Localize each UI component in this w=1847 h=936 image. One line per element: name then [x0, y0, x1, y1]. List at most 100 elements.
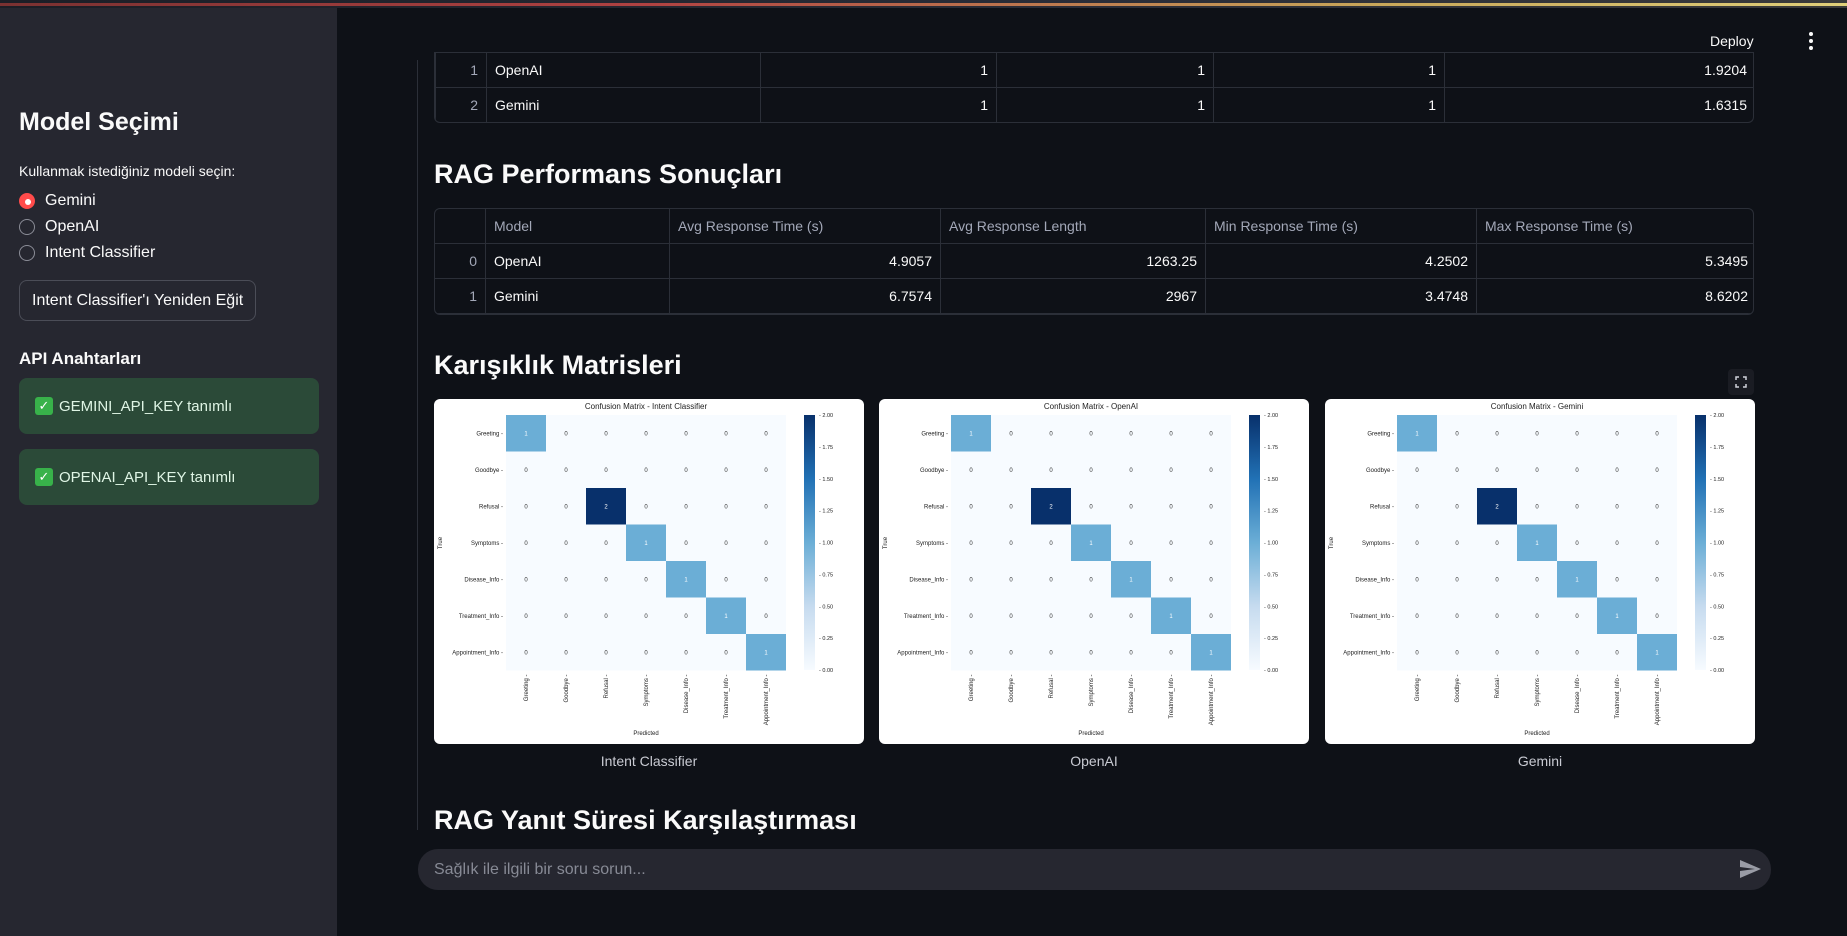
radio-gemini[interactable]: Gemini	[19, 192, 96, 210]
confusion-matrix-intent-classifier: Confusion Matrix - Intent Classifier 1 0 0 0…	[434, 399, 864, 744]
y-tick-label: Refusal -	[479, 504, 503, 510]
table-header-row: Model Avg Response Time (s) Avg Response…	[435, 209, 1753, 244]
y-tick-label: Refusal -	[1370, 504, 1394, 510]
colorbar-tick-label: - 0.00	[1710, 668, 1724, 674]
radio-intent-classifier[interactable]: Intent Classifier	[19, 244, 155, 262]
model-cell: Gemini	[486, 87, 761, 122]
y-tick-label: Greeting -	[476, 431, 503, 437]
table-row: 1 OpenAI 1 1 1 1.9204	[435, 52, 1753, 88]
radio-checked-icon	[19, 193, 35, 209]
x-axis-label: Predicted	[1524, 731, 1549, 737]
colorbar-tick-label: - 0.75	[1264, 572, 1278, 578]
y-tick-label: Treatment_Info -	[1350, 614, 1394, 620]
y-tick-label: Disease_Info -	[464, 577, 503, 583]
column-header[interactable]: Min Response Time (s)	[1205, 209, 1477, 244]
x-tick-label: Symptoms -	[1089, 675, 1095, 707]
intent-results-table[interactable]: 1 OpenAI 1 1 1 1.9204 2 Gemini 1 1 1 1.6…	[434, 52, 1754, 123]
colorbar	[1695, 415, 1706, 670]
colorbar-tick-label: - 2.00	[1264, 413, 1278, 419]
chat-input[interactable]	[434, 849, 1704, 890]
colorbar-tick-label: - 0.25	[819, 636, 833, 642]
value-cell: 1.9204	[1444, 52, 1753, 88]
confusion-matrices-heading: Karışıklık Matrisleri	[434, 350, 682, 380]
value-cell: 1.6315	[1444, 87, 1753, 122]
model-cell: OpenAI	[486, 52, 761, 88]
y-tick-label: Refusal -	[924, 504, 948, 510]
column-header[interactable]: Model	[485, 209, 670, 244]
colorbar-tick-label: - 1.25	[819, 509, 833, 515]
value-cell: 4.2502	[1205, 243, 1477, 279]
x-tick-label: Treatment_Info -	[724, 675, 730, 719]
colorbar-tick-label: - 1.25	[1710, 509, 1724, 515]
value-cell: 1	[760, 87, 997, 122]
table-row: 1 Gemini 6.7574 2967 3.4748 8.6202	[435, 278, 1753, 314]
colorbar-tick-label: - 0.50	[1710, 604, 1724, 610]
y-tick-label: Symptoms -	[916, 541, 948, 547]
colorbar	[804, 415, 815, 670]
colorbar-tick-label: - 0.75	[1710, 572, 1724, 578]
column-header[interactable]: Avg Response Time (s)	[669, 209, 941, 244]
model-radio-label: Kullanmak istediğiniz modeli seçin:	[19, 163, 236, 179]
column-header[interactable]: Avg Response Length	[940, 209, 1206, 244]
x-tick-label: Appointment_Info -	[1655, 675, 1661, 726]
x-axis-label: Predicted	[633, 731, 658, 737]
colorbar-tick-label: - 1.75	[1264, 445, 1278, 451]
model-cell: OpenAI	[485, 243, 670, 279]
y-tick-label: Greeting -	[1367, 431, 1394, 437]
column-header[interactable]: Max Response Time (s)	[1476, 209, 1753, 244]
send-icon[interactable]	[1738, 857, 1762, 881]
caption-openai: OpenAI	[1070, 753, 1118, 769]
rag-performance-heading: RAG Performans Sonuçları	[434, 159, 783, 189]
top-decoration-bar	[0, 0, 1847, 8]
x-tick-label: Greeting -	[1415, 675, 1421, 702]
x-tick-label: Disease_Info -	[1575, 674, 1581, 713]
colorbar-tick-label: - 0.25	[1710, 636, 1724, 642]
colorbar-tick-label: - 1.25	[1264, 509, 1278, 515]
value-cell: 4.9057	[669, 243, 941, 279]
y-tick-label: Disease_Info -	[1355, 577, 1394, 583]
confusion-matrix-gemini: Confusion Matrix - Gemini 1 0 0 0 0 0 0 Greeting…	[1325, 399, 1755, 744]
radio-label: Intent Classifier	[45, 244, 156, 261]
y-tick-label: Disease_Info -	[909, 577, 948, 583]
chat-input-container[interactable]	[418, 849, 1771, 890]
x-tick-label: Appointment_Info -	[1209, 675, 1215, 726]
radio-label: OpenAI	[45, 218, 100, 235]
main-menu-icon[interactable]	[1806, 32, 1816, 50]
y-tick-label: Appointment_Info -	[897, 650, 948, 656]
x-tick-label: Treatment_Info -	[1615, 675, 1621, 719]
colorbar-tick-label: - 1.50	[1710, 477, 1724, 483]
x-tick-label: Symptoms -	[1535, 675, 1541, 707]
model-cell: Gemini	[485, 278, 670, 314]
x-tick-label: Greeting -	[969, 675, 975, 702]
value-cell: 1	[760, 52, 997, 88]
api-keys-heading: API Anahtarları	[19, 349, 142, 368]
y-axis-label: True	[1329, 536, 1335, 549]
radio-unchecked-icon	[19, 245, 35, 261]
caption-gemini: Gemini	[1517, 753, 1563, 769]
chart-title: Confusion Matrix - Gemini	[1491, 402, 1584, 411]
x-tick-label: Goodbye -	[1009, 675, 1015, 703]
index-header	[435, 209, 486, 244]
confusion-matrix-openai: Confusion Matrix - OpenAI 1 0 0 0 0 0 0 Greeting…	[879, 399, 1309, 744]
colorbar-tick-label: - 0.00	[819, 668, 833, 674]
colorbar-tick-label: - 1.00	[819, 541, 833, 547]
radio-label: Gemini	[45, 192, 96, 209]
rag-performance-table[interactable]: Model Avg Response Time (s) Avg Response…	[434, 208, 1754, 315]
y-tick-label: Symptoms -	[471, 541, 503, 547]
colorbar-tick-label: - 1.50	[1264, 477, 1278, 483]
chart-title: Confusion Matrix - Intent Classifier	[585, 402, 708, 411]
radio-openai[interactable]: OpenAI	[19, 218, 99, 236]
colorbar	[1249, 415, 1260, 670]
deploy-button[interactable]: Deploy	[1710, 33, 1754, 49]
openai-key-alert: ✓ OPENAI_API_KEY tanımlı	[19, 449, 319, 505]
row-index: 1	[435, 52, 487, 88]
colorbar-tick-label: - 1.00	[1710, 541, 1724, 547]
sidebar: Model Seçimi Kullanmak istediğiniz model…	[0, 8, 337, 936]
fullscreen-icon[interactable]	[1728, 369, 1754, 395]
retrain-intent-classifier-button[interactable]: Intent Classifier'ı Yeniden Eğit	[19, 280, 257, 321]
y-tick-label: Treatment_Info -	[459, 614, 503, 620]
colorbar-tick-label: - 0.75	[819, 572, 833, 578]
row-index: 1	[435, 278, 486, 314]
check-mark-icon: ✓	[35, 397, 53, 415]
x-tick-label: Greeting -	[524, 675, 530, 702]
